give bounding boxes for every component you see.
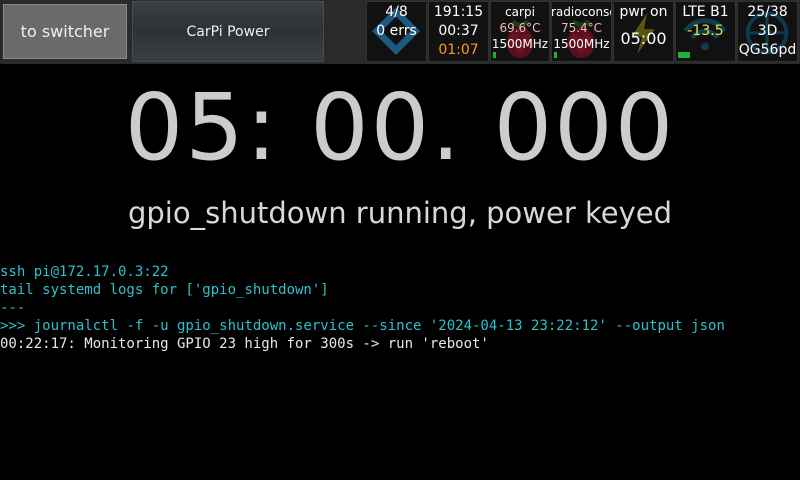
- host-name: radioconsole: [551, 5, 611, 19]
- gps-sats-tile[interactable]: 4/8 0 errs: [366, 1, 427, 62]
- log-line: ---: [0, 300, 26, 316]
- host-freq: 1500MHz: [553, 37, 610, 51]
- signal-bar: [678, 52, 690, 58]
- gps-fix-type: 3D: [757, 23, 778, 39]
- power-countdown: 05:00: [620, 29, 667, 48]
- lte-tile[interactable]: LTE B1 -13.5: [675, 1, 736, 62]
- gps-grid-locator: QG56pd: [738, 42, 797, 58]
- clock-text: 00:37: [438, 23, 479, 39]
- host-name: carpi: [505, 5, 535, 19]
- gps-fix-tile[interactable]: 25/38 3D QG56pd: [737, 1, 798, 62]
- status-bar: [554, 52, 557, 58]
- log-line: tail systemd logs for ['gpio_shutdown']: [0, 282, 329, 298]
- to-switcher-button[interactable]: to switcher: [3, 4, 127, 59]
- host-freq: 1500MHz: [491, 37, 549, 51]
- status-bar: [493, 52, 496, 58]
- lte-band: LTE B1: [682, 4, 729, 20]
- log-line: 00:22:17: Monitoring GPIO 23 high for 30…: [0, 336, 489, 352]
- log-output: ssh pi@172.17.0.3:22 tail systemd logs f…: [0, 263, 800, 353]
- host-temp: 69.6°C: [499, 21, 541, 35]
- host-carpi-tile[interactable]: carpi 69.6°C 1500MHz: [490, 1, 550, 62]
- time-tile[interactable]: 191:15 00:37 01:07: [428, 1, 489, 62]
- host-radioconsole-tile[interactable]: radioconsole 75.4°C 1500MHz: [551, 1, 612, 62]
- app-title: CarPi Power: [132, 1, 324, 62]
- uptime-text: 191:15: [433, 4, 484, 20]
- log-line: >>> journalctl -f -u gpio_shutdown.servi…: [0, 318, 725, 334]
- power-state: pwr on: [619, 4, 668, 20]
- status-message: gpio_shutdown running, power keyed: [127, 196, 673, 230]
- gps-sats-count: 4/8: [385, 4, 408, 20]
- top-bar: to switcher CarPi Power 4/8 0 errs 191:1…: [0, 0, 800, 64]
- countdown-timer: 05: 00. 000: [124, 74, 676, 181]
- secondary-clock-text: 01:07: [438, 42, 479, 58]
- gps-sats-used: 25/38: [747, 4, 788, 20]
- host-temp: 75.4°C: [560, 21, 603, 35]
- power-tile[interactable]: pwr on 05:00: [613, 1, 674, 62]
- lte-signal: -13.5: [687, 23, 724, 39]
- gps-errors: 0 errs: [376, 23, 417, 39]
- log-line: ssh pi@172.17.0.3:22: [0, 264, 169, 280]
